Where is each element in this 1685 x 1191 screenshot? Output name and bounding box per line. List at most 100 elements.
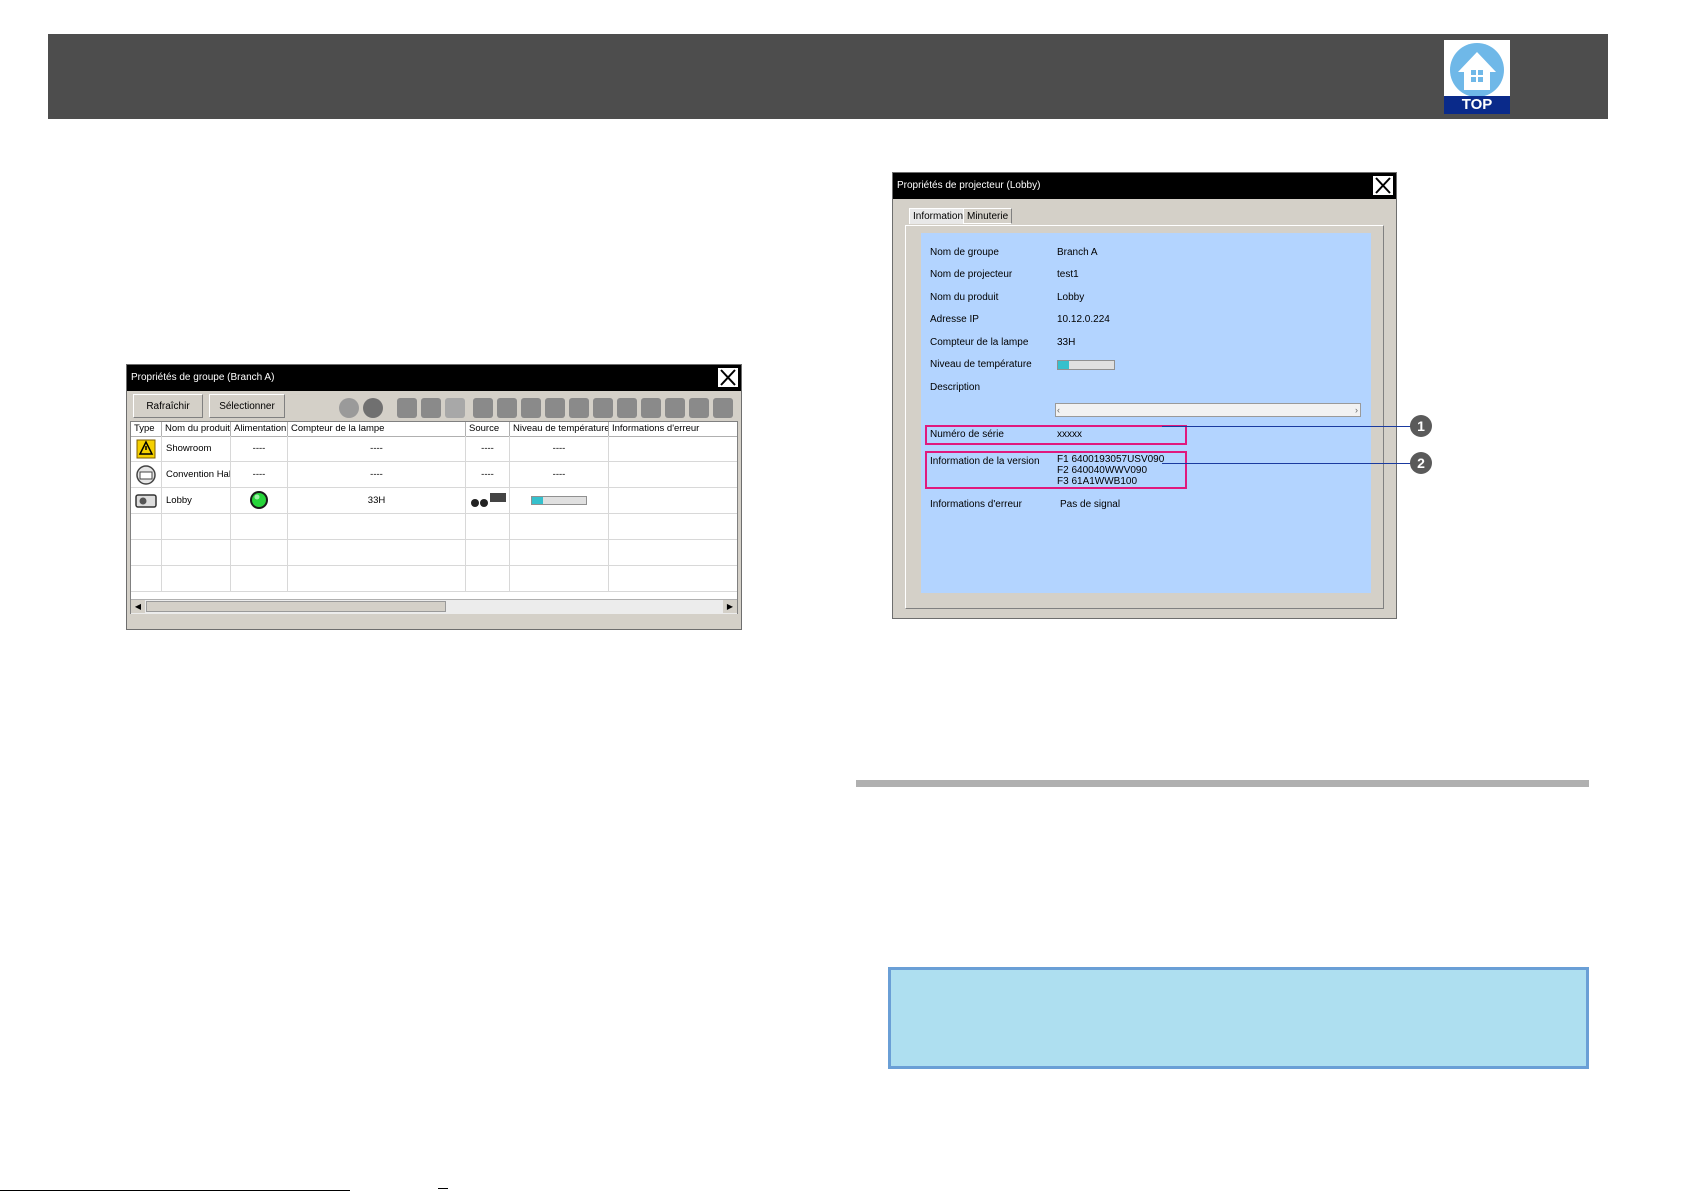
callout-line-1: [1162, 426, 1412, 427]
product-name-cell: Lobby: [162, 488, 231, 513]
ip-address-label: Adresse IP: [930, 314, 979, 325]
table-row: [131, 566, 737, 592]
footer-mark: [438, 1188, 448, 1189]
scroll-right-arrow-icon[interactable]: ▶: [723, 600, 737, 613]
source-cell: ----: [466, 462, 510, 487]
section-divider: [856, 780, 1589, 787]
table-row[interactable]: Lobby 33H: [131, 488, 737, 514]
error-info-cell: [609, 488, 739, 513]
computer2-source-icon[interactable]: [421, 398, 441, 418]
temperature-label: Niveau de température: [930, 359, 1032, 370]
close-button[interactable]: [1372, 175, 1394, 196]
product-name-value: Lobby: [1057, 292, 1085, 303]
tab-information[interactable]: Information: [909, 208, 968, 224]
table-row[interactable]: Showroom ---- ---- ---- ----: [131, 436, 737, 462]
wireless-icon[interactable]: [713, 398, 733, 418]
version-line-3: F3 61A1WWB100: [1057, 476, 1138, 487]
group-toolbar: Rafraîchir Sélectionner tout: [129, 392, 739, 436]
source-cell: [466, 488, 510, 513]
type-cell: [131, 436, 162, 461]
source-cell: ----: [466, 436, 510, 461]
projector-name-label: Nom de projecteur: [930, 269, 1013, 280]
message-icon[interactable]: [617, 398, 637, 418]
scroll-left-arrow-icon[interactable]: ‹: [1057, 404, 1060, 416]
tab-timer[interactable]: Minuterie: [963, 208, 1013, 224]
horizontal-scrollbar[interactable]: ◀ ▶: [131, 599, 737, 614]
table-header: Type Nom du produit Alimentation Compteu…: [131, 422, 737, 437]
product-name-cell: Showroom: [162, 436, 231, 461]
temperature-bar: [1057, 360, 1115, 370]
projector-info-icon[interactable]: [689, 398, 709, 418]
group-name-label: Nom de groupe: [930, 247, 999, 258]
group-window-titlebar: Propriétés de groupe (Branch A): [127, 365, 741, 391]
top-home-icon[interactable]: TOP: [1444, 40, 1510, 114]
error-info-label: Informations d'erreur: [930, 499, 1022, 510]
error-info-cell: [609, 436, 739, 461]
power-cell: ----: [231, 462, 288, 487]
error-info-cell: [609, 462, 739, 487]
svideo-source-icon[interactable]: [497, 398, 517, 418]
column-header-error-info[interactable]: Informations d'erreur: [609, 422, 739, 436]
error-info-value: Pas de signal: [1060, 499, 1121, 510]
top-logo-text: TOP: [1461, 96, 1493, 113]
more-sources-icon[interactable]: [445, 398, 465, 418]
video-source-icon[interactable]: [473, 398, 493, 418]
table-row[interactable]: Convention Hall ---- ---- ---- ----: [131, 462, 737, 488]
component-source-icon[interactable]: [521, 398, 541, 418]
projector-window-titlebar: Propriétés de projecteur (Lobby): [893, 173, 1396, 199]
product-name-cell: Convention Hall: [162, 462, 231, 487]
callout-line-2: [1162, 463, 1412, 464]
projector-list-table: Type Nom du produit Alimentation Compteu…: [130, 421, 738, 614]
projector-setting-icon[interactable]: [665, 398, 685, 418]
column-header-power[interactable]: Alimentation: [231, 422, 288, 436]
product-name-label: Nom du produit: [930, 292, 999, 303]
network-icon[interactable]: [641, 398, 661, 418]
column-header-product-name[interactable]: Nom du produit: [162, 422, 231, 436]
lamp-hours-value: 33H: [1057, 337, 1076, 348]
power-cell: [231, 488, 288, 513]
page-header-band: [48, 34, 1608, 119]
column-header-type[interactable]: Type: [131, 422, 162, 436]
description-label: Description: [930, 382, 981, 393]
type-cell: [131, 462, 162, 487]
power-off-icon[interactable]: [363, 398, 383, 418]
hdmi-source-icon[interactable]: [545, 398, 565, 418]
ip-address-value: 10.12.0.224: [1057, 314, 1110, 325]
scroll-thumb[interactable]: [146, 601, 446, 612]
version-info-label: Information de la version: [930, 456, 1040, 467]
power-cell: ----: [231, 436, 288, 461]
projector-name-value: test1: [1057, 269, 1079, 280]
power-on-icon[interactable]: [339, 398, 359, 418]
close-icon: [720, 369, 736, 386]
scroll-left-arrow-icon[interactable]: ◀: [131, 600, 145, 613]
temperature-cell: ----: [510, 462, 609, 487]
power-on-status-icon: [250, 491, 268, 509]
source-computer-icon: [468, 491, 507, 509]
scroll-right-arrow-icon[interactable]: ›: [1355, 404, 1358, 416]
column-header-temperature[interactable]: Niveau de température: [510, 422, 609, 436]
projector-standby-icon: [136, 465, 156, 485]
temperature-bar-fill: [1058, 361, 1070, 369]
close-button[interactable]: [717, 367, 739, 388]
callout-number-2: 2: [1410, 452, 1432, 474]
close-icon: [1375, 177, 1391, 194]
lamp-hours-cell: 33H: [288, 488, 466, 513]
lamp-hours-cell: ----: [288, 436, 466, 461]
projector-icon: [135, 494, 157, 508]
refresh-button[interactable]: Rafraîchir: [133, 394, 203, 418]
computer1-source-icon[interactable]: [397, 398, 417, 418]
lamp-hours-cell: ----: [288, 462, 466, 487]
av-mute-icon[interactable]: [593, 398, 613, 418]
projector-window-title: Propriétés de projecteur (Lobby): [897, 180, 1041, 191]
column-header-lamp-hours[interactable]: Compteur de la lampe: [288, 422, 466, 436]
select-all-button[interactable]: Sélectionner tout: [209, 394, 285, 436]
usb-source-icon[interactable]: [569, 398, 589, 418]
description-scrollbar[interactable]: ‹ ›: [1055, 403, 1361, 417]
projector-properties-window: Propriétés de projecteur (Lobby) Informa…: [892, 172, 1397, 619]
column-header-source[interactable]: Source: [466, 422, 510, 436]
group-name-value: Branch A: [1057, 247, 1098, 258]
temperature-cell: [510, 488, 609, 513]
serial-number-label: Numéro de série: [930, 429, 1004, 440]
temperature-bar-fill: [532, 496, 543, 504]
callout-number-1: 1: [1410, 415, 1432, 437]
